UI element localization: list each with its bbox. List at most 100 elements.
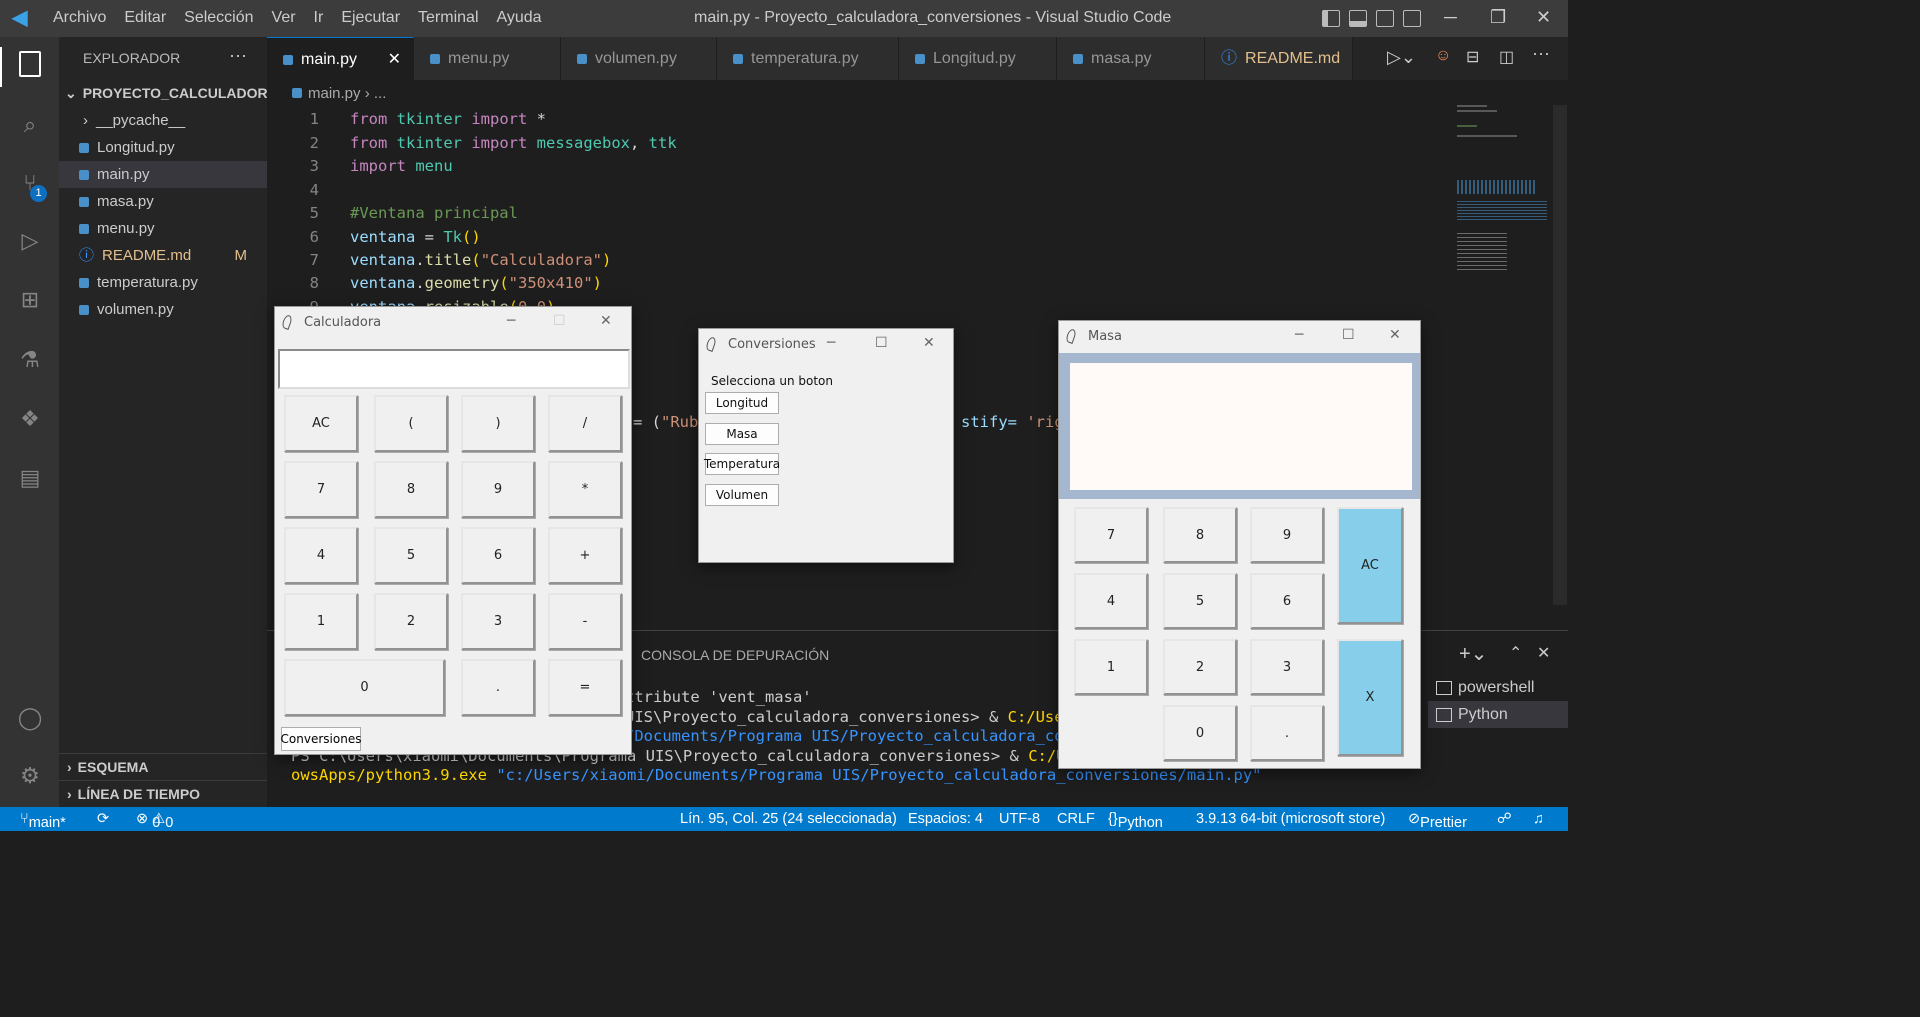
close-paren-button[interactable]: ): [461, 395, 535, 452]
ac-button[interactable]: AC: [1337, 507, 1403, 624]
display-entry[interactable]: [278, 349, 630, 389]
menu-editar[interactable]: Editar: [124, 9, 166, 27]
copilot-icon[interactable]: ☺: [1435, 47, 1451, 65]
terminal-item-powershell[interactable]: powershell: [1428, 674, 1568, 701]
open-paren-button[interactable]: (: [374, 395, 448, 452]
tab-readme[interactable]: ⓘREADME.md M: [1205, 37, 1353, 110]
settings-gear-icon[interactable]: ⚙: [15, 761, 45, 791]
file-temperatura[interactable]: temperatura.py: [59, 269, 267, 296]
minimize-icon[interactable]: ─: [1444, 7, 1457, 28]
minimap[interactable]: [1455, 105, 1555, 285]
more-actions-icon[interactable]: ···: [229, 45, 247, 66]
terminal-item-python[interactable]: Python: [1428, 701, 1568, 728]
cursor-position[interactable]: Lín. 95, Col. 25 (24 seleccionada): [680, 811, 897, 827]
run-python-icon[interactable]: ▷⌄: [1387, 47, 1416, 68]
divide-button[interactable]: /: [548, 395, 622, 452]
menu-ayuda[interactable]: Ayuda: [497, 9, 542, 27]
decimal-button[interactable]: .: [1250, 705, 1324, 761]
file-longitud[interactable]: Longitud.py: [59, 134, 267, 161]
volumen-button[interactable]: Volumen: [705, 484, 779, 506]
digit-4-button[interactable]: 4: [284, 527, 358, 584]
account-icon[interactable]: ◯: [15, 703, 45, 733]
toggle-sidebar-icon[interactable]: [1322, 10, 1340, 27]
file-volumen[interactable]: volumen.py: [59, 296, 267, 323]
extensions-icon[interactable]: ⊞: [15, 285, 45, 315]
notebook-icon[interactable]: ▤: [15, 463, 45, 493]
digit-9-button[interactable]: 9: [1250, 507, 1324, 563]
tab-volumen[interactable]: volumen.py: [561, 37, 717, 80]
plus-button[interactable]: +: [548, 527, 622, 584]
digit-3-button[interactable]: 3: [1250, 639, 1324, 695]
digit-2-button[interactable]: 2: [374, 593, 448, 650]
open-preview-icon[interactable]: ⊟: [1466, 47, 1479, 67]
close-icon[interactable]: ✕: [1389, 327, 1401, 343]
minimize-icon[interactable]: ─: [827, 335, 835, 351]
branch-status[interactable]: ⑂ main*: [20, 811, 66, 831]
toggle-panel-icon[interactable]: [1349, 10, 1367, 27]
digit-4-button[interactable]: 4: [1074, 573, 1148, 629]
digit-3-button[interactable]: 3: [461, 593, 535, 650]
digit-5-button[interactable]: 5: [374, 527, 448, 584]
file-menu[interactable]: menu.py: [59, 215, 267, 242]
close-tab-icon[interactable]: ✕: [388, 38, 401, 81]
digit-9-button[interactable]: 9: [461, 461, 535, 518]
eol-status[interactable]: CRLF: [1057, 811, 1095, 827]
file-masa[interactable]: masa.py: [59, 188, 267, 215]
feedback-icon[interactable]: ☍: [1497, 811, 1512, 827]
digit-6-button[interactable]: 6: [1250, 573, 1324, 629]
close-icon[interactable]: ✕: [1536, 7, 1551, 28]
ac-button[interactable]: AC: [284, 395, 358, 452]
split-editor-icon[interactable]: ◫: [1499, 47, 1514, 67]
restore-icon[interactable]: ❐: [1490, 7, 1506, 28]
temperatura-button[interactable]: Temperatura: [704, 453, 780, 475]
decimal-button[interactable]: .: [461, 659, 535, 716]
minus-button[interactable]: -: [548, 593, 622, 650]
maximize-icon[interactable]: ☐: [1342, 327, 1355, 343]
menu-seleccion[interactable]: Selección: [184, 9, 253, 27]
encoding-status[interactable]: UTF-8: [999, 811, 1040, 827]
longitud-button[interactable]: Longitud: [705, 392, 779, 414]
breadcrumb[interactable]: main.py › ...: [292, 85, 386, 102]
digit-0-button[interactable]: 0: [284, 659, 445, 716]
testing-icon[interactable]: ⚗: [15, 345, 45, 375]
digit-0-button[interactable]: 0: [1163, 705, 1237, 761]
display-area[interactable]: [1070, 363, 1412, 490]
python-icon[interactable]: ❖: [15, 404, 45, 434]
vertical-scrollbar[interactable]: [1553, 105, 1567, 605]
tab-debug-console[interactable]: CONSOLA DE DEPURACIÓN: [641, 647, 829, 663]
digit-8-button[interactable]: 8: [374, 461, 448, 518]
digit-5-button[interactable]: 5: [1163, 573, 1237, 629]
outline-section[interactable]: › ESQUEMA: [59, 753, 267, 780]
menu-terminal[interactable]: Terminal: [418, 9, 478, 27]
digit-2-button[interactable]: 2: [1163, 639, 1237, 695]
menu-archivo[interactable]: Archivo: [53, 9, 106, 27]
maximize-panel-icon[interactable]: ⌃: [1509, 643, 1522, 663]
more-actions-icon[interactable]: ···: [1532, 43, 1550, 64]
language-status[interactable]: {} Python: [1108, 811, 1163, 831]
toggle-secondary-sidebar-icon[interactable]: [1376, 10, 1394, 27]
file-main[interactable]: main.py: [59, 161, 267, 188]
masa-button[interactable]: Masa: [705, 423, 779, 445]
digit-7-button[interactable]: 7: [1074, 507, 1148, 563]
delete-x-button[interactable]: X: [1337, 639, 1403, 756]
maximize-icon[interactable]: ☐: [553, 313, 566, 329]
digit-8-button[interactable]: 8: [1163, 507, 1237, 563]
project-folder[interactable]: ⌄ PROYECTO_CALCULADOR...: [59, 80, 279, 107]
problems-status[interactable]: ⊗ 0 ⚠ 0: [136, 811, 173, 831]
multiply-button[interactable]: *: [548, 461, 622, 518]
indentation-status[interactable]: Espacios: 4: [908, 811, 983, 827]
minimize-icon[interactable]: ─: [507, 313, 515, 329]
digit-6-button[interactable]: 6: [461, 527, 535, 584]
close-icon[interactable]: ✕: [923, 335, 935, 351]
file-readme[interactable]: ⓘ README.md M: [59, 242, 267, 269]
maximize-icon[interactable]: ☐: [875, 335, 888, 351]
timeline-section[interactable]: › LÍNEA DE TIEMPO: [59, 780, 267, 807]
prettier-status[interactable]: ⊘ Prettier: [1408, 811, 1467, 831]
close-panel-icon[interactable]: ✕: [1537, 643, 1550, 663]
tab-menu[interactable]: menu.py: [414, 37, 561, 80]
tab-main[interactable]: main.py ✕: [267, 37, 414, 80]
tab-longitud[interactable]: Longitud.py: [899, 37, 1057, 80]
menu-ejecutar[interactable]: Ejecutar: [341, 9, 400, 27]
digit-1-button[interactable]: 1: [1074, 639, 1148, 695]
customize-layout-icon[interactable]: [1403, 10, 1421, 27]
